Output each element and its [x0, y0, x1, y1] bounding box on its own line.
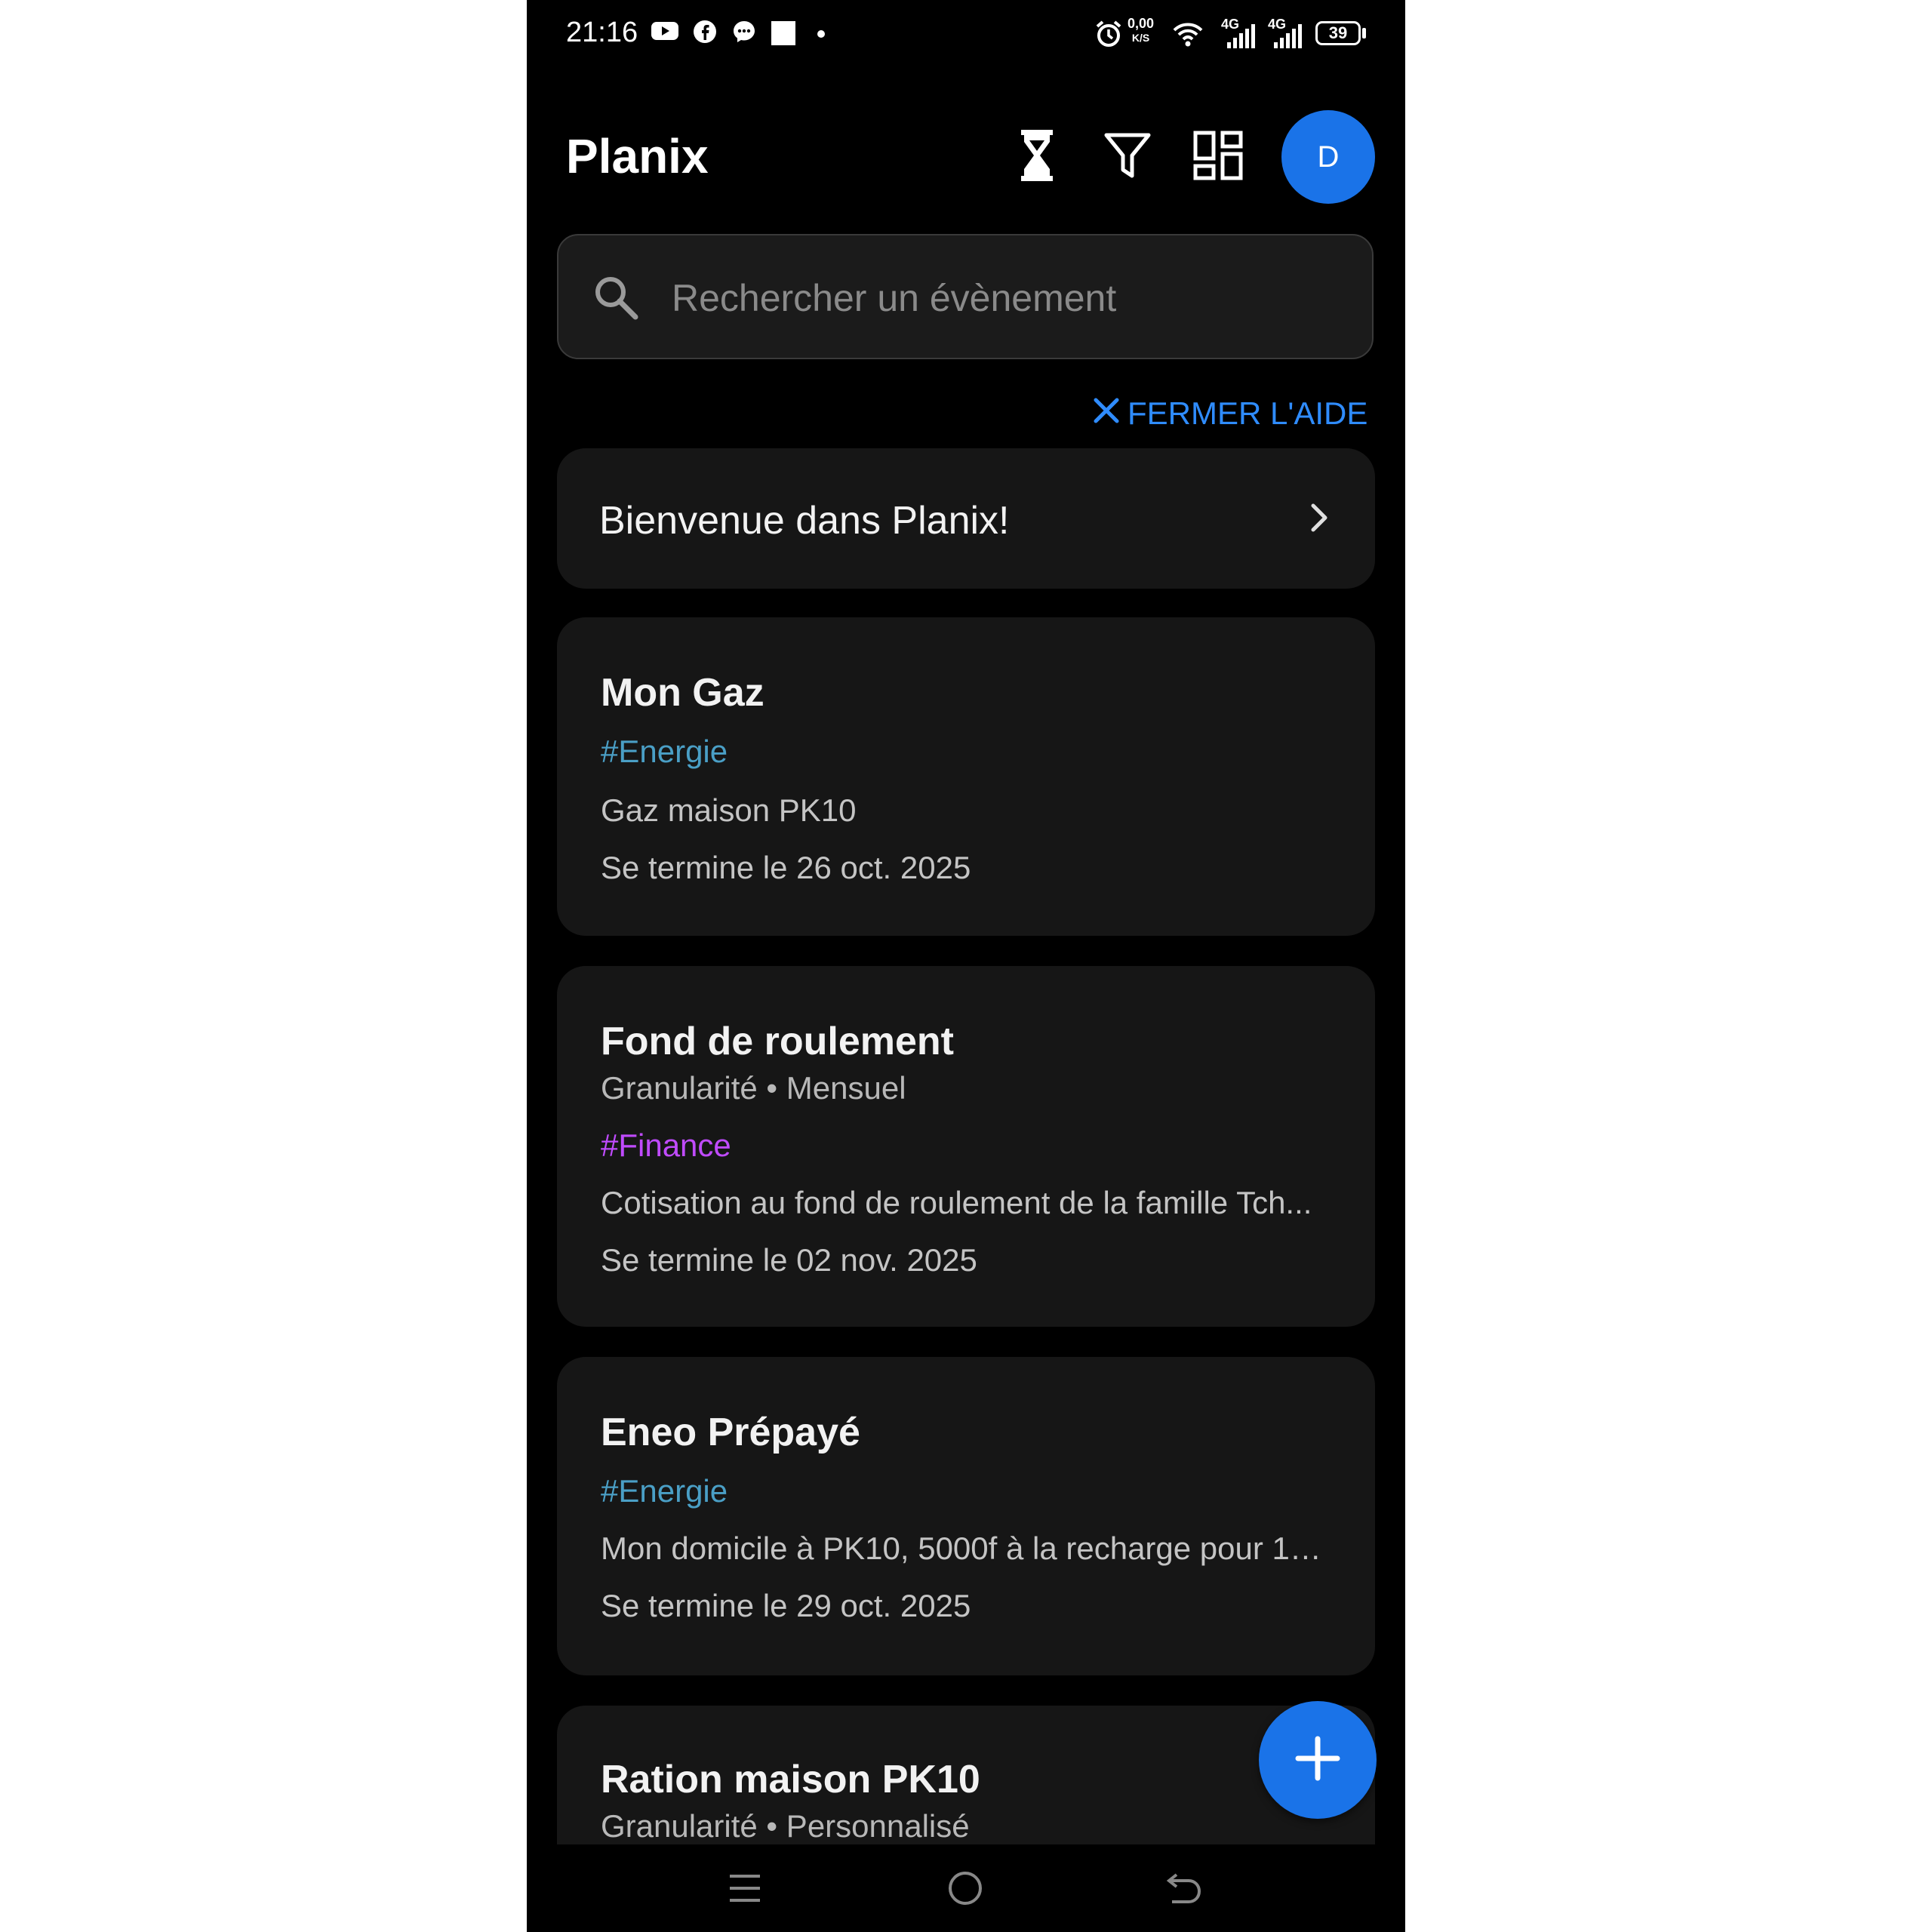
event-end-date: Se termine le 02 nov. 2025: [601, 1242, 977, 1278]
event-title: Eneo Prépayé: [601, 1411, 860, 1454]
back-icon: [1166, 1870, 1202, 1910]
net-speed-value: 0,00: [1128, 16, 1155, 31]
event-description: Mon domicile à PK10, 5000f à la recharge…: [601, 1531, 1325, 1566]
event-card[interactable]: Ration maison PK10 Granularité • Personn…: [557, 1706, 1375, 1844]
signal-icon: [1271, 23, 1304, 52]
plus-icon: [1295, 1736, 1340, 1785]
event-title: Ration maison PK10: [601, 1758, 980, 1801]
back-button[interactable]: [1158, 1867, 1211, 1912]
signal-icon: [1224, 23, 1257, 52]
event-granularity: Granularité • Mensuel: [601, 1070, 906, 1106]
status-time: 21:16: [566, 17, 638, 48]
event-card[interactable]: Mon Gaz #Energie Gaz maison PK10 Se term…: [557, 617, 1375, 936]
facebook-icon: [693, 20, 717, 48]
net-speed-unit: K/S: [1131, 32, 1150, 44]
square-icon: [771, 21, 795, 49]
event-card[interactable]: Eneo Prépayé #Energie Mon domicile à PK1…: [557, 1357, 1375, 1675]
wifi-icon: [1173, 21, 1203, 51]
dot-icon: [817, 29, 826, 42]
event-description: Gaz maison PK10: [601, 792, 857, 828]
event-description: Cotisation au fond de roulement de la fa…: [601, 1185, 1312, 1220]
event-end-date: Se termine le 29 oct. 2025: [601, 1588, 971, 1623]
avatar[interactable]: D: [1281, 110, 1375, 204]
dashboard-button[interactable]: [1188, 127, 1248, 187]
welcome-text: Bienvenue dans Planix!: [599, 499, 1010, 543]
event-tag: #Energie: [601, 734, 728, 769]
youtube-icon: [651, 20, 679, 46]
status-bar: 21:16 0,00 K/S 4G 4G 39: [527, 0, 1405, 68]
welcome-card[interactable]: Bienvenue dans Planix!: [557, 448, 1375, 589]
event-granularity: Granularité • Personnalisé: [601, 1808, 970, 1844]
search-bar[interactable]: [557, 234, 1374, 359]
close-icon: [1093, 395, 1128, 432]
battery-icon: 39: [1315, 21, 1361, 45]
event-end-date: Se termine le 26 oct. 2025: [601, 850, 971, 885]
chevron-right-icon: [1310, 503, 1328, 537]
event-card[interactable]: Fond de roulement Granularité • Mensuel …: [557, 966, 1375, 1327]
event-title: Fond de roulement: [601, 1020, 954, 1063]
event-tag: #Finance: [601, 1128, 731, 1163]
system-nav-bar: [527, 1844, 1405, 1932]
filter-button[interactable]: [1097, 127, 1158, 187]
recent-apps-button[interactable]: [718, 1867, 771, 1912]
messenger-icon: [732, 20, 756, 48]
battery-nub: [1362, 28, 1366, 38]
alarm-icon: [1094, 20, 1123, 52]
net-speed: 0,00 K/S: [1128, 17, 1154, 45]
filter-icon: [1104, 132, 1151, 183]
home-button[interactable]: [939, 1867, 992, 1912]
add-event-button[interactable]: [1259, 1701, 1377, 1819]
close-help-button[interactable]: FERMER L'AIDE: [1093, 392, 1367, 435]
search-icon: [592, 273, 640, 325]
app-title: Planix: [566, 129, 709, 183]
event-tag: #Energie: [601, 1473, 728, 1509]
hourglass-icon: [1020, 129, 1054, 185]
dashboard-icon: [1193, 131, 1243, 184]
menu-icon: [728, 1872, 761, 1909]
hourglass-button[interactable]: [1007, 127, 1067, 187]
phone-screen: 21:16 0,00 K/S 4G 4G 39 Planix D Recherc…: [527, 0, 1405, 1932]
home-icon: [947, 1870, 983, 1910]
event-title: Mon Gaz: [601, 671, 764, 715]
close-help-label: FERMER L'AIDE: [1128, 395, 1368, 431]
search-input[interactable]: [670, 266, 1337, 331]
